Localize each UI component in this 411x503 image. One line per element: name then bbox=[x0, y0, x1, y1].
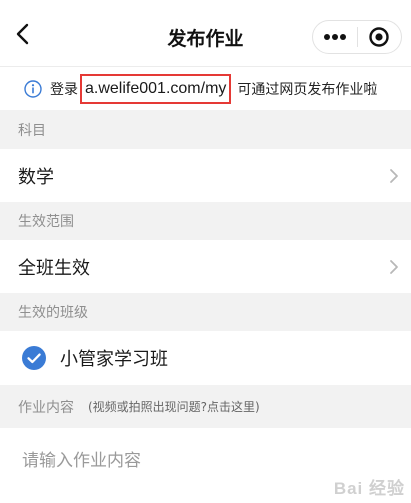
target-close-icon bbox=[369, 27, 390, 47]
publish-homework-page: 发布作业 登录 a.welife001.com/my 可通过网页发布作业啦 科目… bbox=[0, 0, 411, 503]
notice-prefix: 登录 bbox=[50, 81, 78, 98]
scope-section-label: 生效范围 bbox=[0, 202, 411, 240]
more-button[interactable] bbox=[313, 21, 357, 53]
chevron-right-icon bbox=[390, 169, 398, 183]
subject-section-label: 科目 bbox=[0, 111, 411, 149]
class-section-label: 生效的班级 bbox=[0, 293, 411, 331]
watermark-logo: Bai 经验 bbox=[333, 479, 405, 498]
class-name: 小管家学习班 bbox=[60, 349, 168, 370]
class-item[interactable]: 小管家学习班 bbox=[0, 331, 411, 385]
checkbox-checked-icon[interactable] bbox=[22, 346, 46, 370]
notice-suffix: 可通过网页发布作业啦 bbox=[237, 81, 378, 98]
close-button[interactable] bbox=[358, 21, 401, 53]
miniprogram-capsule bbox=[312, 20, 402, 54]
more-dots-icon bbox=[324, 34, 346, 40]
media-help-link[interactable]: (视频或拍照出现问题?点击这里) bbox=[88, 398, 260, 415]
content-label-text: 作业内容 bbox=[18, 399, 74, 416]
navigation-bar: 发布作业 bbox=[0, 0, 411, 66]
chevron-left-icon[interactable] bbox=[12, 22, 36, 46]
notice-url[interactable]: a.welife001.com/my bbox=[80, 73, 232, 104]
info-icon bbox=[24, 79, 42, 98]
chevron-right-icon bbox=[390, 260, 398, 274]
scope-selector[interactable]: 全班生效 bbox=[0, 240, 411, 293]
web-publish-notice: 登录 a.welife001.com/my 可通过网页发布作业啦 bbox=[0, 66, 411, 110]
subject-selector[interactable]: 数学 bbox=[0, 149, 411, 202]
scope-value: 全班生效 bbox=[18, 257, 90, 279]
content-section-label: 作业内容 (视频或拍照出现问题?点击这里) bbox=[0, 385, 411, 428]
content-input-container: Bai 经验 bbox=[0, 428, 411, 503]
subject-value: 数学 bbox=[18, 166, 54, 188]
